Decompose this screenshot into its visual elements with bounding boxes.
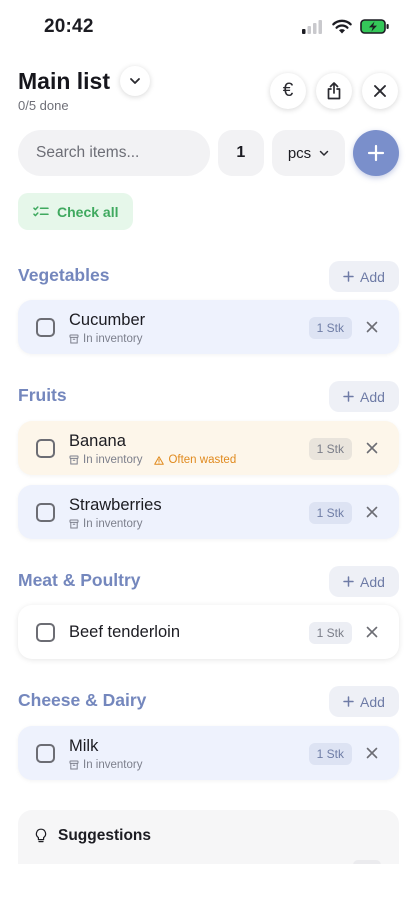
battery-charging-icon <box>360 19 389 34</box>
item-name: Milk <box>69 737 99 755</box>
item-checkbox[interactable] <box>36 744 55 763</box>
item-checkbox[interactable] <box>36 439 55 458</box>
suggestions-title: Suggestions <box>58 827 152 844</box>
wifi-icon <box>332 19 352 34</box>
bottom-mask <box>0 864 416 900</box>
remove-x-icon[interactable] <box>365 441 379 455</box>
plus-icon <box>343 271 354 282</box>
section-add-button[interactable]: Add <box>329 686 399 717</box>
item-checkbox[interactable] <box>36 623 55 642</box>
section-add-button[interactable]: Add <box>329 381 399 412</box>
quantity-input[interactable]: 1 <box>218 130 264 176</box>
item-name: Beef tenderloin <box>69 623 180 641</box>
section-title: Vegetables <box>18 265 110 285</box>
close-icon <box>374 85 386 97</box>
section-add-button[interactable]: Add <box>329 261 399 292</box>
item-name: Cucumber <box>69 311 146 329</box>
suggestions-panel: Suggestions <box>18 810 399 870</box>
check-all-button[interactable]: Check all <box>18 193 134 230</box>
plus-icon <box>343 391 354 402</box>
section-header-cheese-dairy: Cheese & Dairy Add <box>18 686 399 717</box>
list-header: Main list 0/5 done € <box>18 66 398 113</box>
section-header-fruits: Fruits Add <box>18 381 399 412</box>
list-item[interactable]: Cucumber In inventory 1 Stk <box>18 300 399 354</box>
archive-box-icon <box>69 455 79 465</box>
chevron-down-icon <box>130 78 140 84</box>
item-quantity[interactable]: 1 Stk <box>308 317 352 339</box>
close-button[interactable] <box>362 73 398 109</box>
section-add-label: Add <box>360 268 385 285</box>
waste-warning: Often wasted <box>154 454 236 466</box>
archive-box-icon <box>69 760 79 770</box>
item-meta: In inventory <box>69 759 142 771</box>
chevron-down-icon <box>319 150 329 156</box>
inventory-status: In inventory <box>83 454 143 466</box>
add-item-button[interactable] <box>353 130 399 176</box>
item-checkbox[interactable] <box>36 318 55 337</box>
item-meta: In inventory <box>69 333 142 345</box>
section-add-label: Add <box>360 573 385 590</box>
section-title: Cheese & Dairy <box>18 690 147 710</box>
archive-box-icon <box>69 334 79 344</box>
inventory-status: In inventory <box>83 518 143 530</box>
checklist-icon <box>33 205 49 216</box>
item-quantity[interactable]: 1 Stk <box>308 622 352 644</box>
page-title: Main list <box>18 67 111 94</box>
item-meta: In inventory <box>69 518 142 530</box>
item-quantity[interactable]: 1 Stk <box>308 438 352 460</box>
inventory-status: In inventory <box>83 333 143 345</box>
plus-icon <box>368 144 385 162</box>
section-add-label: Add <box>360 388 385 405</box>
header-actions: € <box>270 73 398 109</box>
share-icon <box>327 82 341 100</box>
section-title: Meat & Poultry <box>18 570 141 590</box>
euro-icon: € <box>282 80 294 101</box>
item-name: Strawberries <box>69 496 162 514</box>
share-button[interactable] <box>316 73 352 109</box>
list-item[interactable]: Beef tenderloin 1 Stk <box>18 605 399 659</box>
section-add-label: Add <box>360 693 385 710</box>
section-header-meat-poultry: Meat & Poultry Add <box>18 566 399 597</box>
status-icons <box>302 19 390 34</box>
remove-x-icon[interactable] <box>365 505 379 519</box>
section-add-button[interactable]: Add <box>329 566 399 597</box>
lightbulb-icon <box>35 828 47 843</box>
archive-box-icon <box>69 519 79 529</box>
status-time: 20:42 <box>44 16 94 37</box>
unit-select[interactable]: pcs <box>271 130 346 176</box>
item-name: Banana <box>69 432 126 450</box>
remove-x-icon[interactable] <box>365 625 379 639</box>
section-title: Fruits <box>18 385 67 405</box>
cellular-signal-icon <box>302 19 322 34</box>
item-meta: In inventory Often wasted <box>69 454 236 466</box>
unit-value: pcs <box>287 144 312 162</box>
item-checkbox[interactable] <box>36 503 55 522</box>
remove-x-icon[interactable] <box>365 746 379 760</box>
check-all-label: Check all <box>57 203 119 220</box>
list-item[interactable]: Banana In inventory Often wasted 1 Stk <box>18 421 399 475</box>
search-input[interactable] <box>18 130 210 176</box>
list-item[interactable]: Milk In inventory 1 Stk <box>18 726 399 780</box>
plus-icon <box>343 696 354 707</box>
warning-triangle-icon <box>154 455 165 465</box>
waste-warning-text: Often wasted <box>168 454 237 466</box>
inventory-status: In inventory <box>83 759 143 771</box>
item-quantity[interactable]: 1 Stk <box>308 502 352 524</box>
section-header-vegetables: Vegetables Add <box>18 261 399 292</box>
status-bar: 20:42 <box>0 0 416 56</box>
currency-button[interactable]: € <box>270 73 306 109</box>
list-item[interactable]: Strawberries In inventory 1 Stk <box>18 485 399 539</box>
list-switcher-button[interactable] <box>120 66 151 96</box>
plus-icon <box>343 576 354 587</box>
item-quantity[interactable]: 1 Stk <box>308 743 352 765</box>
remove-x-icon[interactable] <box>365 320 379 334</box>
add-item-bar: 1 pcs <box>18 130 399 176</box>
